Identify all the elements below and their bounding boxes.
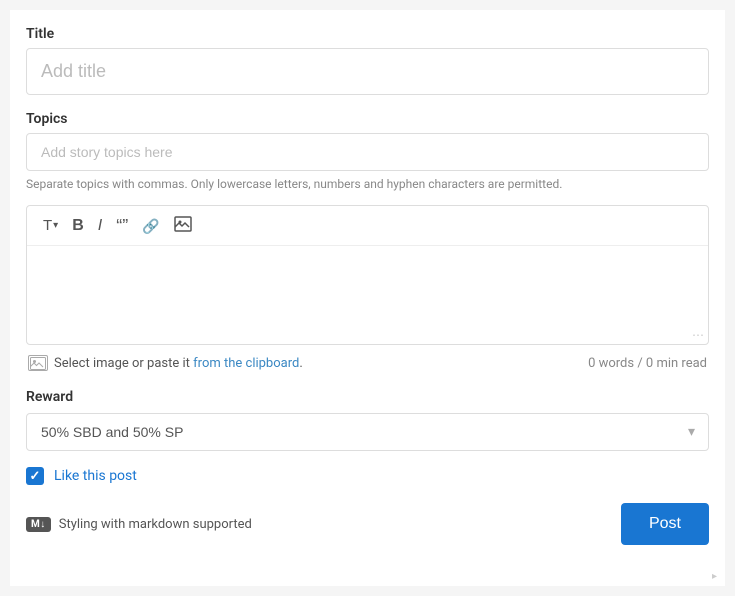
- chevron-down-icon: ▾: [53, 221, 58, 231]
- topics-input[interactable]: [26, 133, 709, 171]
- like-row: ✓ Like this post: [26, 467, 709, 485]
- italic-icon: I: [98, 218, 102, 234]
- editor-footer: Select image or paste it from the clipbo…: [26, 355, 709, 371]
- quote-icon: “”: [116, 217, 128, 235]
- text-size-button[interactable]: T ▾: [37, 214, 64, 237]
- markdown-hint: M↓ Styling with markdown supported: [26, 517, 252, 532]
- quote-button[interactable]: “”: [110, 213, 134, 239]
- title-label: Title: [26, 26, 709, 42]
- bold-icon: B: [72, 218, 84, 234]
- markdown-badge: M↓: [26, 517, 51, 532]
- editor-resize-handle: ⋯: [27, 326, 708, 344]
- like-post-checkbox[interactable]: ✓: [26, 467, 44, 485]
- reward-select[interactable]: 50% SBD and 50% SP Decline Payout Power …: [26, 413, 709, 451]
- cursor-icon: ▸: [712, 571, 717, 582]
- post-button[interactable]: Post: [621, 503, 709, 545]
- markdown-label: Styling with markdown supported: [59, 517, 252, 532]
- like-post-label[interactable]: Like this post: [54, 468, 137, 484]
- image-button[interactable]: [168, 212, 198, 239]
- image-icon: [174, 216, 192, 235]
- link-button[interactable]: 🔗: [136, 215, 165, 237]
- link-icon: 🔗: [142, 219, 159, 233]
- page-container: Title Topics Separate topics with commas…: [10, 10, 725, 586]
- checkmark-icon: ✓: [30, 469, 41, 484]
- clipboard-link[interactable]: from the clipboard: [193, 356, 299, 371]
- topics-hint: Separate topics with commas. Only lowerc…: [26, 177, 709, 191]
- image-hint-text: Select image or paste it from the clipbo…: [54, 356, 303, 371]
- reward-select-wrapper: 50% SBD and 50% SP Decline Payout Power …: [26, 413, 709, 451]
- word-count: 0 words / 0 min read: [588, 356, 707, 371]
- image-hint-icon: [28, 355, 48, 371]
- text-size-icon: T: [43, 218, 52, 233]
- cursor-indicator: ▸: [712, 571, 717, 582]
- bottom-row: M↓ Styling with markdown supported Post: [26, 503, 709, 545]
- editor-toolbar: T ▾ B I “” 🔗: [27, 206, 708, 246]
- resize-icon: ⋯: [692, 328, 704, 342]
- bold-button[interactable]: B: [66, 214, 90, 238]
- editor-wrapper: T ▾ B I “” 🔗: [26, 205, 709, 345]
- topics-label: Topics: [26, 111, 709, 127]
- title-input[interactable]: [26, 48, 709, 95]
- italic-button[interactable]: I: [92, 214, 108, 238]
- image-hint: Select image or paste it from the clipbo…: [28, 355, 303, 371]
- editor-content-area[interactable]: [27, 246, 708, 326]
- reward-label: Reward: [26, 389, 709, 405]
